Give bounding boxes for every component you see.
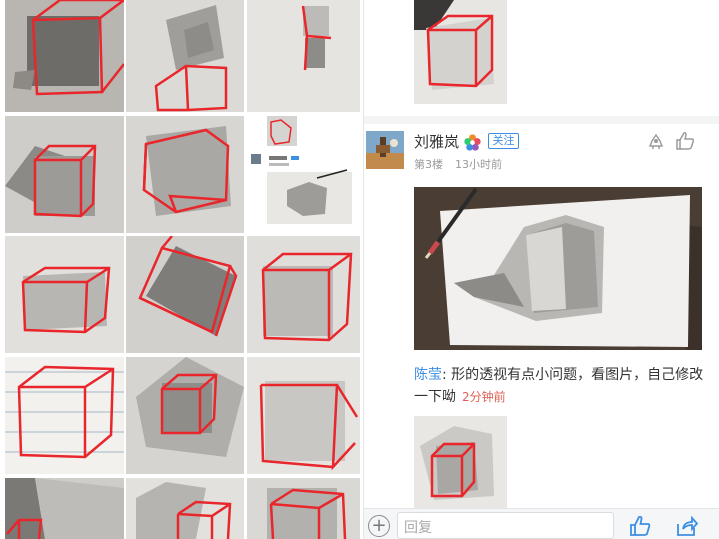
share-icon[interactable]: [674, 514, 699, 538]
reply-separator: :: [442, 367, 452, 383]
floor-number: 第3楼: [414, 158, 443, 171]
photo-grid: [0, 0, 363, 539]
avatar[interactable]: [366, 131, 404, 169]
reply-author[interactable]: 陈莹: [414, 367, 442, 383]
grid-photo[interactable]: [247, 478, 360, 539]
grid-photo[interactable]: [126, 357, 244, 474]
bottom-reply-bar: + 回复: [364, 508, 719, 539]
report-icon[interactable]: [646, 131, 666, 151]
post-username[interactable]: 刘雅岚: [414, 131, 459, 152]
reply-input[interactable]: 回复: [397, 512, 614, 539]
grid-photo[interactable]: [247, 0, 360, 112]
thread-panel: 刘雅岚 关注 第3楼 13小时前 陈莹: 形的透视有点小问题，看图片，自己修改一: [364, 0, 719, 539]
reply-time: 2分钟前: [462, 390, 506, 404]
grid-photo[interactable]: [5, 236, 124, 353]
reply-photo[interactable]: [414, 416, 507, 508]
thumbs-up-icon[interactable]: [628, 514, 652, 538]
grid-photo[interactable]: [126, 116, 244, 233]
grid-photo[interactable]: [126, 0, 244, 112]
grid-photo[interactable]: [5, 357, 124, 474]
grid-photo[interactable]: [5, 478, 124, 539]
grid-photo[interactable]: [126, 478, 244, 539]
grid-photo[interactable]: [247, 236, 360, 353]
follow-button[interactable]: 关注: [488, 133, 519, 149]
flower-badge-icon: [463, 133, 482, 152]
reply-comment: 陈莹: 形的透视有点小问题，看图片，自己修改一下呦 2分钟前: [414, 364, 709, 408]
grid-photo[interactable]: [5, 0, 124, 112]
grid-photo-mini-post[interactable]: [247, 116, 360, 233]
plus-circle-icon[interactable]: +: [368, 515, 390, 537]
thumbs-up-icon[interactable]: [674, 130, 696, 152]
grid-photo[interactable]: [126, 236, 244, 353]
previous-post-photo[interactable]: [414, 0, 507, 104]
post-photo[interactable]: [414, 187, 702, 350]
post-time: 13小时前: [455, 158, 502, 171]
grid-photo[interactable]: [5, 116, 124, 233]
reply-text: 形的透视有点小问题，看图片，自己修改一下呦: [414, 367, 704, 405]
post-separator: [364, 116, 719, 124]
grid-photo[interactable]: [247, 357, 360, 474]
